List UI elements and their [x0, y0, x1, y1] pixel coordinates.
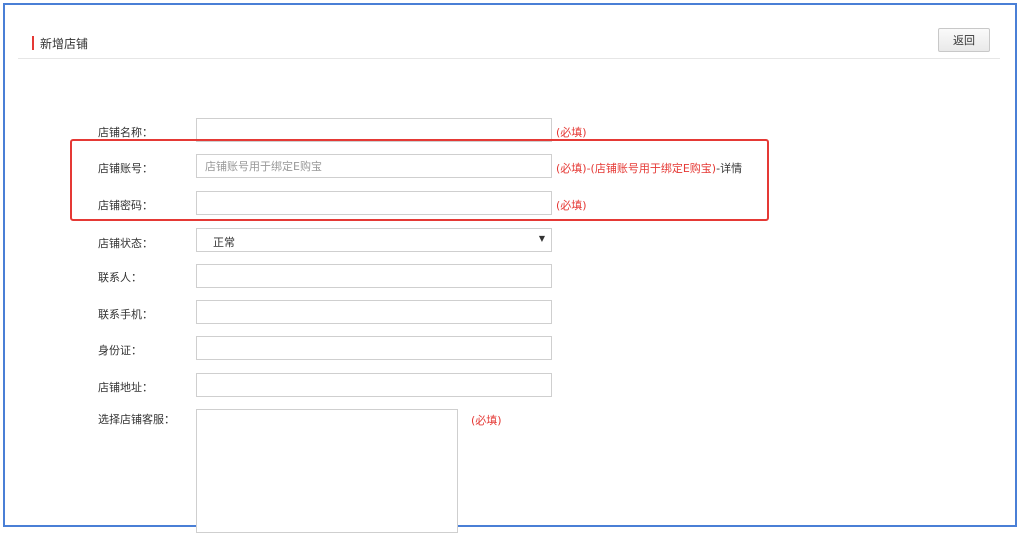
store-address-label: 店铺地址：	[98, 381, 153, 394]
contact-phone-input[interactable]	[196, 300, 552, 324]
page-header: 新增店铺 返回	[18, 27, 1000, 59]
store-name-label: 店铺名称：	[98, 126, 153, 139]
contact-input[interactable]	[196, 264, 552, 288]
store-address-input[interactable]	[196, 373, 552, 397]
back-button[interactable]: 返回	[938, 28, 990, 52]
customer-service-label: 选择店铺客服：	[98, 413, 175, 426]
store-status-select[interactable]: 正常 ▼	[196, 228, 552, 252]
store-status-selected-value: 正常	[213, 236, 235, 249]
store-status-label: 店铺状态：	[98, 237, 153, 250]
store-name-required: (必填)	[556, 126, 587, 139]
customer-service-required: (必填)	[471, 414, 502, 427]
title-accent-bar	[32, 36, 34, 50]
id-card-input[interactable]	[196, 336, 552, 360]
contact-label: 联系人：	[98, 271, 142, 284]
caret-down-icon: ▼	[538, 234, 545, 243]
page-title: 新增店铺	[40, 37, 89, 51]
customer-service-listbox[interactable]	[196, 409, 458, 533]
contact-phone-label: 联系手机：	[98, 308, 153, 321]
id-card-label: 身份证：	[98, 344, 142, 357]
highlight-annotation-box	[70, 139, 769, 221]
